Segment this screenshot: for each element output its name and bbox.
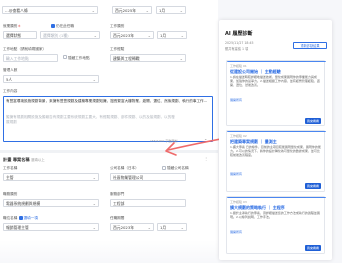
card-accent	[227, 197, 326, 198]
chevron-down-icon: ⌄	[180, 33, 184, 38]
work-content-label: 工作內容	[3, 89, 18, 93]
employment-type-label: 就業類別＊	[3, 24, 21, 28]
s2-title-label: 工作名稱	[3, 166, 18, 170]
period-month-value: 1月	[160, 33, 167, 38]
category-label: 工作類別	[110, 24, 125, 28]
location-placeholder: 輸入工作地點	[6, 56, 29, 61]
location-input[interactable]: 輸入工作地點	[3, 54, 58, 62]
diagnosis-card-2: 工作經驗 02 把建築專案規劃 ｜ 量測主 1.擴大專案 日的條件，目前的主項目…	[226, 130, 326, 192]
chevron-down-icon: ⌄	[145, 8, 149, 13]
s2-company-value: 社區物業管理公司	[113, 175, 144, 180]
s2-period-label: 任職期間	[110, 216, 125, 220]
s2-jobcat-label: 職務類別	[3, 192, 18, 196]
s2-position-value: 報銷管理主管	[6, 225, 29, 230]
s2-company-input[interactable]: 社區物業管理公司	[110, 173, 186, 181]
chevron-down-icon: ⌄	[179, 56, 183, 61]
section2-title: 計畫 專案名稱 選填以上	[3, 157, 45, 162]
chevron-down-icon: ⌄	[179, 8, 183, 13]
card-view-button[interactable]: 我來看看	[305, 118, 321, 124]
card-tag: 工作經驗 01	[230, 64, 247, 68]
hide-location-label: 隱藏工作地點	[68, 55, 90, 60]
current-job-label: 仍在此任職	[56, 24, 74, 28]
card-view-button[interactable]: 我來看看	[305, 183, 321, 189]
top-field-1-value: …@查看八條	[5, 8, 28, 13]
period-year-select[interactable]: 西元2023年 ⌄	[110, 31, 154, 39]
rediagnose-button[interactable]: 重新診斷結果	[293, 42, 327, 49]
card-accent	[227, 131, 326, 132]
period-month-select[interactable]: 1月 ⌄	[157, 31, 187, 39]
chevron-down-icon: ⌄	[92, 77, 96, 82]
chevron-down-icon: ⌄	[147, 225, 151, 230]
location-label: 工作地點（請就填寫國家）	[3, 47, 47, 51]
panel-date: 2025/11/27 18:45	[225, 41, 254, 45]
employment-type-select[interactable]: 選擇狀態	[3, 31, 37, 39]
s2-dept-label: 服務部門	[110, 192, 125, 196]
bottom-fade	[0, 240, 218, 263]
checkbox-checked-icon[interactable]	[18, 215, 23, 220]
s2-dept-value: 工程部	[113, 201, 125, 206]
diagnosis-card-1: 工作經驗 01 從建設公司開始 ｜ 主動經驗 1.請在描述時較詳細地描述技術，量…	[226, 60, 326, 126]
employment-type-value: 選擇狀態	[6, 33, 22, 38]
checkbox-unchecked-icon	[63, 55, 67, 59]
experience-value: 建築與工程轉戰	[113, 56, 140, 61]
chevron-down-icon: ⌄	[92, 175, 96, 180]
experience-select[interactable]: 建築與工程轉戰 ⌄	[110, 54, 186, 62]
s2-title-select[interactable]: 主管 ⌄	[3, 173, 99, 181]
management-value: 5人	[6, 77, 13, 82]
screenshot-canvas: …@查看八條 ⌄ 西元2025年 ⌄ 1月 ⌄ 就業類別＊ 仍在此任職 工作類別 選擇…	[0, 0, 342, 263]
card-body: 1.關於主導執行的專案，須詳細描述您的工作方法或執行的過程並展現。2.以條列說明…	[230, 211, 320, 219]
checkbox-checked-icon	[51, 23, 55, 28]
chevron-down-icon: ⌄	[180, 225, 184, 230]
s2-dept-input[interactable]: 工程部	[110, 199, 186, 207]
period-year-value: 西元2023年	[113, 33, 135, 38]
hide-location-checkbox[interactable]: 隱藏工作地點	[63, 55, 90, 61]
experience-label: 工作經驗	[110, 47, 125, 51]
work-content-text: 有豐富環境設施規劃背景，來擁有豐豐規劃及建築專業規劃知識，擅長繁富大樓物業，遞開…	[6, 99, 208, 103]
diagnosis-card-3: 工作經驗 03 擴大規劃的策略執行 ｜ 主程序 1.關於主導執行的專案，須詳細描…	[226, 196, 326, 254]
top-month-value: 1月	[159, 8, 166, 13]
management-label: 管理人數	[3, 68, 18, 72]
panel-title: AI 履歷診斷	[225, 31, 253, 37]
s2-company-label: 公司名稱（日本）	[110, 166, 139, 170]
panel-summary: 體共有建議 1 項	[225, 47, 249, 51]
card-accent	[227, 61, 326, 62]
s2-position-label: 職位名稱 選填一項	[3, 215, 38, 220]
card-expand-link[interactable]: 展開所有	[230, 98, 242, 102]
card-expand-link[interactable]: 展開所有	[230, 172, 242, 176]
s2-position-select[interactable]: 報銷管理主管 ⌄	[3, 223, 99, 231]
s2-jobcat-value: 電器系統規劃與規模	[6, 201, 41, 206]
s2-period-year-select[interactable]: 西元2023年 ⌄	[110, 223, 154, 231]
chevron-down-icon: ⌄	[93, 33, 97, 38]
s2-title-value: 主管	[6, 175, 14, 180]
top-field-1[interactable]: …@查看八條 ⌄	[2, 6, 98, 14]
card-body: 1.擴大專案 日的條件，目前的主項目較能展現量化成果，展現你的能力。2.可以的情…	[230, 145, 321, 157]
s2-period-year-value: 西元2023年	[113, 225, 135, 230]
top-month-select[interactable]: 1月 ⌄	[156, 6, 186, 14]
card-tag: 工作經驗 03	[230, 200, 247, 204]
card-view-button[interactable]: 我來看看	[305, 245, 321, 251]
management-select[interactable]: 5人 ⌄	[3, 75, 99, 83]
top-year-value: 西元2025年	[115, 8, 137, 13]
card-body: 1.請在描述時較詳細地描述技術，量化成果展現你的專業能力與成果，加強你的競爭力。…	[230, 75, 320, 87]
chevron-down-icon: ⌄	[92, 201, 96, 206]
chevron-down-icon: ⌄	[92, 225, 96, 230]
card-expand-link[interactable]: 展開所有	[230, 230, 242, 234]
s2-jobcat-select[interactable]: 電器系統規劃與規模 ⌄	[3, 199, 99, 207]
category-type-value: 選擇類別 (1種)	[43, 33, 69, 38]
card-tag: 工作經驗 02	[230, 134, 247, 138]
category-type-select[interactable]: 選擇類別 (1種) ⌄	[40, 31, 100, 39]
ai-diagnosis-panel: AI 履歷診斷 2025/11/27 18:45 體共有建議 1 項 重新診斷結…	[219, 20, 332, 260]
top-year-select[interactable]: 西元2025年 ⌄	[112, 6, 152, 14]
current-job-checkbox[interactable]: 仍在此任職	[51, 23, 74, 29]
s2-period-month-value: 1月	[160, 225, 167, 230]
chevron-down-icon: ⌄	[147, 33, 151, 38]
chevron-down-icon: ⌄	[91, 8, 95, 13]
s2-period-month-select[interactable]: 1月 ⌄	[157, 223, 187, 231]
